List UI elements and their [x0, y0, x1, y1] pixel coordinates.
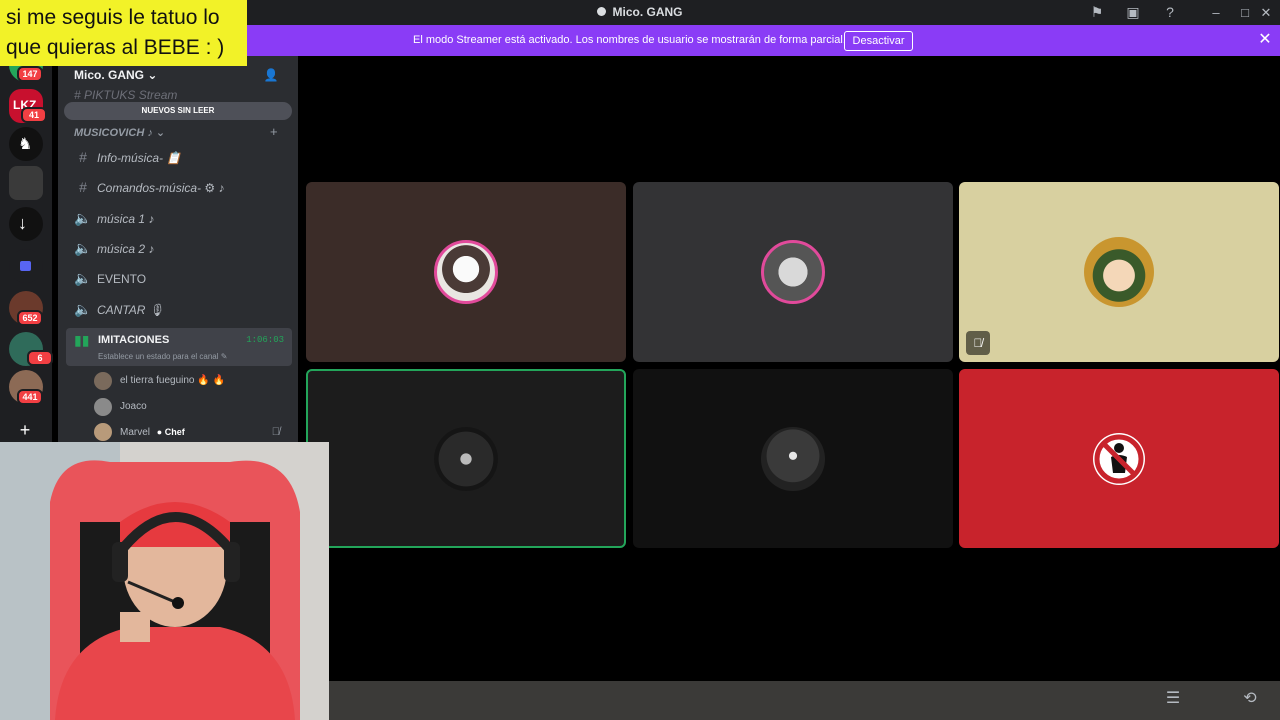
mention-badge: 6 — [27, 350, 53, 366]
server-rail: 147 LKZ 41 ♞ ↓ 652 6 441 + — [0, 48, 53, 442]
voice-user[interactable]: Joaco — [94, 396, 284, 418]
participant-tile[interactable] — [633, 369, 953, 548]
cat-avatar — [434, 240, 498, 304]
speaker-icon: 🔈 — [74, 270, 92, 286]
new-unread-pill[interactable]: NUEVOS SIN LEER — [64, 102, 292, 120]
man-avatar — [761, 240, 825, 304]
channel-sidebar: Mico. GANG ⌄ 👤 # PIKTUKS Stream NUEVOS S… — [58, 56, 298, 442]
banner-message: El modo Streamer está activado. Los nomb… — [413, 34, 846, 46]
channel-evento[interactable]: 🔈 EVENTO — [74, 267, 284, 289]
mii-avatar — [1084, 237, 1154, 307]
add-server-icon[interactable]: + — [15, 421, 35, 441]
channel-comandos-musica[interactable]: # Comandos-música- ⚙ ♪ — [74, 176, 284, 198]
minimize-button[interactable]: – — [1202, 0, 1230, 25]
add-member-icon[interactable]: 👤 — [263, 67, 279, 83]
muted-mic-icon: 🎙̸ — [966, 331, 990, 355]
speaker-icon: 🔈 — [74, 240, 92, 256]
participant-tile[interactable] — [306, 182, 626, 362]
active-channel-name: IMITACIONES — [98, 334, 170, 346]
server-icon[interactable]: ↓ — [9, 207, 43, 241]
help-icon[interactable]: ? — [1161, 4, 1179, 21]
channel-status-prompt[interactable]: Establece un estado para el canal ✎ — [98, 352, 227, 361]
mention-badge: 147 — [17, 66, 43, 82]
flag-icon[interactable]: ⚑ — [1088, 4, 1106, 21]
server-icon[interactable]: ♞ — [9, 127, 43, 161]
category-header[interactable]: MUSICOVICH ♪ ⌄ — [74, 126, 165, 139]
active-voice-channel[interactable]: ▮▮ IMITACIONES 1:06:03 Establece un esta… — [66, 328, 292, 366]
mention-badge: 441 — [17, 389, 43, 405]
channel-info-musica[interactable]: # Info-música- 📋 — [74, 146, 284, 168]
call-timer: 1:06:03 — [246, 335, 284, 345]
download-icon: ↓ — [18, 213, 27, 233]
chat-icon[interactable]: ☰ — [1159, 687, 1187, 711]
server-icon[interactable] — [9, 166, 43, 200]
channel-cantar[interactable]: 🔈 CANTAR 🎙 — [74, 298, 284, 320]
prohibited-avatar — [1093, 432, 1145, 485]
mention-badge: 652 — [17, 310, 43, 326]
discord-logo-icon — [597, 7, 607, 17]
close-banner-icon[interactable]: ✕ — [1256, 30, 1274, 50]
webcam-overlay — [0, 442, 329, 720]
caption-line: si me seguis le tatuo lo — [6, 6, 220, 29]
inbox-icon[interactable]: ▣ — [1124, 4, 1142, 21]
role-tag: ● Chef — [156, 427, 185, 437]
avatar — [94, 372, 112, 390]
figure-icon: ♞ — [18, 136, 33, 153]
participant-tile[interactable] — [959, 369, 1279, 548]
muted-mic-icon: 🎙̸ — [271, 426, 280, 438]
folder-icon[interactable] — [9, 249, 43, 283]
channel-musica-2[interactable]: 🔈 música 2 ♪ — [74, 237, 284, 259]
caption-line: que quieras al BEBE : ) — [6, 36, 225, 59]
server-name-header[interactable]: Mico. GANG ⌄ — [74, 68, 157, 82]
skull-avatar — [761, 426, 825, 491]
voice-user[interactable]: Marvel ● Chef 🎙̸ — [94, 421, 284, 442]
mention-badge: 41 — [21, 107, 47, 123]
add-channel-icon[interactable]: + — [270, 124, 278, 139]
hash-icon: # — [79, 179, 87, 195]
participant-tile-speaking[interactable] — [306, 369, 626, 548]
speaker-icon: 🔈 — [74, 210, 92, 226]
speaker-icon: 🔈 — [74, 301, 92, 317]
hash-icon: # — [79, 149, 87, 165]
faded-channel[interactable]: # PIKTUKS Stream — [74, 88, 177, 102]
avatar — [94, 423, 112, 441]
channel-musica-1[interactable]: 🔈 música 1 ♪ — [74, 207, 284, 229]
deactivate-button[interactable]: Desactivar — [844, 31, 913, 51]
voice-activity-icon: ▮▮ — [74, 332, 90, 348]
chevron-down-icon: ⌄ — [147, 68, 158, 82]
stream-caption-overlay: si me seguis le tatuo lo que quieras al … — [0, 0, 247, 66]
call-control-bar: ☰ ⟲ — [329, 681, 1280, 720]
close-window-button[interactable]: ✕ — [1252, 0, 1280, 25]
avatar — [94, 398, 112, 416]
activity-icon[interactable]: ⟲ — [1236, 687, 1264, 711]
voice-user[interactable]: el tierra fueguino 🔥 🔥 — [94, 370, 284, 392]
participant-tile[interactable] — [633, 182, 953, 362]
dark-avatar — [434, 426, 498, 491]
participant-tile[interactable]: 🎙̸ — [959, 182, 1279, 362]
